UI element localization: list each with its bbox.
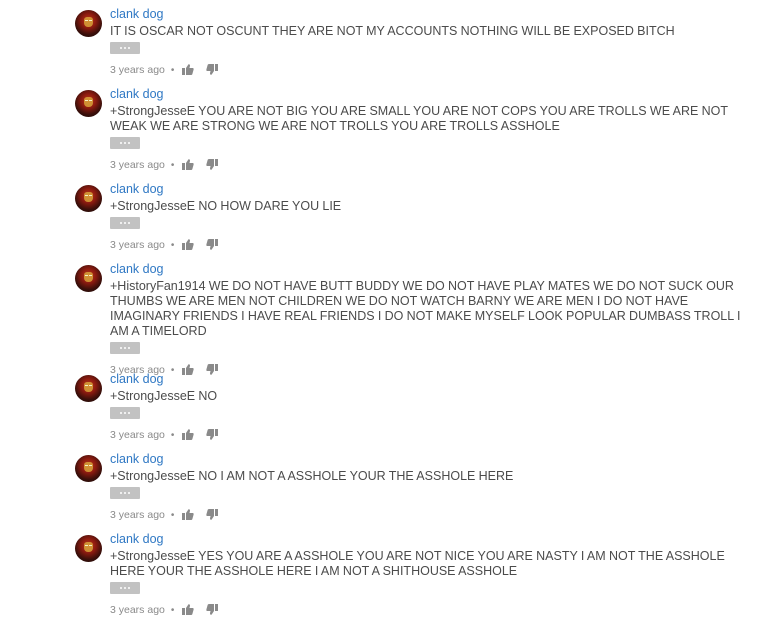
comment-text: +StrongJesseE NO HOW DARE YOU LIE bbox=[110, 199, 342, 213]
avatar[interactable] bbox=[75, 535, 102, 562]
thumbs-down-icon[interactable] bbox=[206, 239, 220, 251]
comment-timestamp[interactable]: 3 years ago bbox=[110, 509, 165, 521]
comment-meta: 3 years ago • bbox=[110, 158, 760, 172]
avatar[interactable] bbox=[75, 265, 102, 292]
thumbs-down-icon[interactable] bbox=[206, 509, 220, 521]
comment-author-link[interactable]: clank dog bbox=[110, 86, 760, 102]
thumbs-up-icon[interactable] bbox=[182, 604, 196, 616]
more-options-button[interactable] bbox=[110, 137, 140, 149]
avatar[interactable] bbox=[75, 455, 102, 482]
comment-author-link[interactable]: clank dog bbox=[110, 261, 760, 277]
thumbs-down-icon[interactable] bbox=[206, 159, 220, 171]
meta-separator: • bbox=[170, 604, 175, 616]
comment-author-link[interactable]: clank dog bbox=[110, 451, 760, 467]
more-options-button[interactable] bbox=[110, 487, 140, 499]
comment-author-link[interactable]: clank dog bbox=[110, 181, 760, 197]
thumbs-up-icon[interactable] bbox=[182, 64, 196, 76]
comment-text: +StrongJesseE NO I AM NOT A ASSHOLE YOUR… bbox=[110, 469, 514, 483]
comments-list: clank dog IT IS OSCAR NOT OSCUNT THEY AR… bbox=[0, 0, 765, 618]
more-options-button[interactable] bbox=[110, 42, 140, 54]
thumbs-up-icon[interactable] bbox=[182, 429, 196, 441]
comment-text: +StrongJesseE NO bbox=[110, 389, 218, 403]
meta-separator: • bbox=[170, 159, 175, 171]
comment-author-link[interactable]: clank dog bbox=[110, 6, 760, 22]
thumbs-up-icon[interactable] bbox=[182, 509, 196, 521]
comment-text: +HistoryFan1914 WE DO NOT HAVE BUTT BUDD… bbox=[110, 279, 744, 338]
comment-meta: 3 years ago • bbox=[110, 63, 760, 77]
avatar[interactable] bbox=[75, 185, 102, 212]
comment-text: +StrongJesseE YES YOU ARE A ASSHOLE YOU … bbox=[110, 549, 729, 578]
comment-timestamp[interactable]: 3 years ago bbox=[110, 239, 165, 251]
meta-separator: • bbox=[170, 64, 175, 76]
thumbs-down-icon[interactable] bbox=[206, 429, 220, 441]
comment-text: IT IS OSCAR NOT OSCUNT THEY ARE NOT MY A… bbox=[110, 24, 675, 38]
more-options-button[interactable] bbox=[110, 217, 140, 229]
thumbs-up-icon[interactable] bbox=[182, 159, 196, 171]
comment-meta: 3 years ago • bbox=[110, 428, 760, 442]
avatar[interactable] bbox=[75, 90, 102, 117]
thumbs-down-icon[interactable] bbox=[206, 64, 220, 76]
more-options-button[interactable] bbox=[110, 582, 140, 594]
comment-author-link[interactable]: clank dog bbox=[110, 371, 760, 387]
comment-timestamp[interactable]: 3 years ago bbox=[110, 429, 165, 441]
avatar[interactable] bbox=[75, 375, 102, 402]
meta-separator: • bbox=[170, 509, 175, 521]
comment-meta: 3 years ago • bbox=[110, 603, 760, 617]
comment-timestamp[interactable]: 3 years ago bbox=[110, 604, 165, 616]
more-options-button[interactable] bbox=[110, 342, 140, 354]
thumbs-down-icon[interactable] bbox=[206, 604, 220, 616]
comment-timestamp[interactable]: 3 years ago bbox=[110, 159, 165, 171]
meta-separator: • bbox=[170, 239, 175, 251]
comment-meta: 3 years ago • bbox=[110, 508, 760, 522]
comment-text: +StrongJesseE YOU ARE NOT BIG YOU ARE SM… bbox=[110, 104, 732, 133]
meta-separator: • bbox=[170, 429, 175, 441]
comment-author-link[interactable]: clank dog bbox=[110, 531, 760, 547]
thumbs-up-icon[interactable] bbox=[182, 239, 196, 251]
comment-meta: 3 years ago • bbox=[110, 238, 760, 252]
avatar[interactable] bbox=[75, 10, 102, 37]
more-options-button[interactable] bbox=[110, 407, 140, 419]
comment-timestamp[interactable]: 3 years ago bbox=[110, 64, 165, 76]
